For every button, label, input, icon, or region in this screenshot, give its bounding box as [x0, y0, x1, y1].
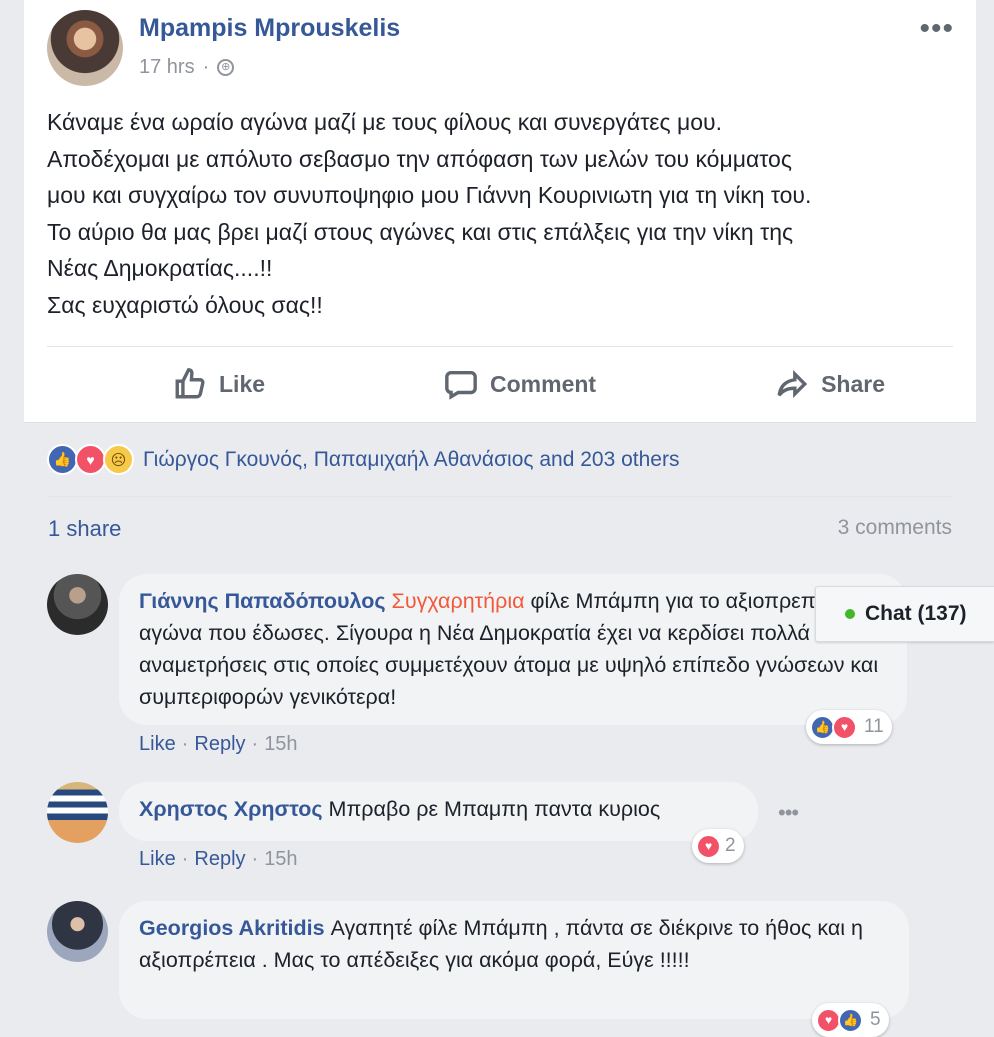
reaction-count: 2 — [725, 835, 736, 856]
comment-reactions[interactable]: 👍 ♥ 11 — [806, 710, 892, 744]
footer-separator: · — [251, 733, 259, 755]
comment-footer: Like · Reply · 15h — [139, 848, 298, 871]
comment-reply-link[interactable]: Reply — [194, 848, 245, 871]
comment-author[interactable]: Γιάννης Παπαδόπουλος — [139, 589, 386, 613]
comment-icon — [445, 370, 477, 400]
comment-button[interactable]: Comment — [444, 367, 596, 401]
post-line: Αποδέχομαι με απόλυτο σεβασμο την απόφασ… — [47, 145, 792, 172]
comment-time[interactable]: 15h — [264, 733, 297, 756]
avatar[interactable] — [47, 782, 108, 843]
comment-bubble: Georgios Akritidis Αγαπητέ φίλε Μπάμπη ,… — [119, 901, 909, 1019]
comment-footer: Like · Reply · 15h — [139, 733, 298, 756]
post-line: Κάναμε ένα ωραίο αγώνα μαζί με τους φίλο… — [47, 109, 723, 135]
post-meta: 17 hrs · ⊕ — [139, 56, 235, 79]
sad-reaction-icon: ☹ — [103, 444, 134, 475]
comment-time[interactable]: 15h — [264, 848, 297, 871]
share-count[interactable]: 1 share — [48, 516, 121, 542]
post-text: Κάναμε ένα ωραίο αγώνα μαζί με τους φίλο… — [47, 104, 957, 324]
avatar[interactable] — [47, 574, 108, 635]
comment-bubble: Χρηστος Χρηστος Μπραβο ρε Μπαμπη παντα κ… — [119, 782, 758, 841]
comment-bubble: Γιάννης Παπαδόπουλος Συγχαρητήρια φίλε Μ… — [119, 574, 907, 725]
globe-icon[interactable]: ⊕ — [217, 59, 235, 76]
like-button[interactable]: Like — [173, 367, 265, 401]
comment-reactions[interactable]: ♥ 👍 5 — [812, 1003, 889, 1037]
post-actions: Like Comment Share — [47, 350, 953, 418]
like-reaction-icon: 👍 — [838, 1007, 863, 1033]
footer-separator: · — [251, 848, 259, 870]
summary-divider — [47, 496, 953, 497]
post-line: Νέας Δημοκρατίας....!! — [47, 255, 273, 282]
post-line: μου και συγχαίρω τον συνυποψηφιο μου Γιά… — [47, 182, 812, 209]
more-icon[interactable]: ••• — [919, 14, 954, 44]
post-line: Το αύριο θα μας βρει μαζί στους αγώνες κ… — [47, 218, 794, 245]
online-status-icon — [845, 609, 855, 619]
post-card: Μpampis Mprouskelis 17 hrs · ⊕ ••• Κάναμ… — [24, 0, 976, 423]
comment-highlight: Συγχαρητήρια — [391, 589, 525, 613]
reaction-count: 5 — [870, 1009, 881, 1030]
comment-count[interactable]: 3 comments — [838, 516, 952, 540]
chat-label: Chat (137) — [865, 602, 967, 625]
comment-text: Μπραβο ρε Μπαμπη παντα κυριος — [328, 797, 661, 821]
like-label: Like — [219, 370, 266, 397]
post-divider — [47, 346, 953, 347]
comment-label: Comment — [490, 370, 597, 397]
comment-options-icon[interactable]: ••• — [778, 800, 799, 826]
comment-author[interactable]: Χρηστος Χρηστος — [139, 797, 323, 821]
footer-separator: · — [181, 848, 189, 870]
reaction-count: 11 — [864, 716, 884, 737]
meta-separator: · — [202, 56, 210, 78]
comment-reply-link[interactable]: Reply — [194, 733, 245, 756]
love-reaction-icon: ♥ — [75, 444, 106, 475]
author-avatar[interactable] — [47, 10, 123, 86]
post-line: Σας ευχαριστώ όλους σας!! — [47, 291, 323, 318]
footer-separator: · — [181, 733, 189, 755]
reactors-names[interactable]: Γιώργος Γκουνός, Παπαμιχαήλ Αθανάσιος an… — [143, 448, 679, 472]
like-icon — [175, 368, 205, 399]
share-label: Share — [821, 370, 885, 397]
comment-like-link[interactable]: Like — [139, 733, 176, 756]
share-icon — [777, 369, 808, 399]
comment-like-link[interactable]: Like — [139, 848, 176, 871]
share-button[interactable]: Share — [775, 367, 885, 401]
post-author-name[interactable]: Μpampis Mprouskelis — [139, 14, 400, 43]
comment-item: Γιάννης Παπαδόπουλος Συγχαρητήρια φίλε Μ… — [47, 574, 927, 764]
like-reaction-icon: 👍 — [47, 444, 78, 475]
comment-item: Χρηστος Χρηστος Μπραβο ρε Μπαμπη παντα κ… — [47, 782, 927, 882]
comment-item: Georgios Akritidis Αγαπητέ φίλε Μπάμπη ,… — [47, 901, 927, 1037]
avatar[interactable] — [47, 901, 108, 962]
comment-author[interactable]: Georgios Akritidis — [139, 916, 325, 940]
love-reaction-icon: ♥ — [832, 714, 857, 740]
post-time[interactable]: 17 hrs — [139, 56, 195, 79]
love-reaction-icon: ♥ — [696, 833, 721, 859]
chat-tab[interactable]: Chat (137) — [815, 586, 994, 642]
reactions-summary[interactable]: 👍 ♥ ☹ Γιώργος Γκουνός, Παπαμιχαήλ Αθανάσ… — [47, 444, 679, 475]
comment-reactions[interactable]: ♥ 2 — [692, 829, 744, 863]
